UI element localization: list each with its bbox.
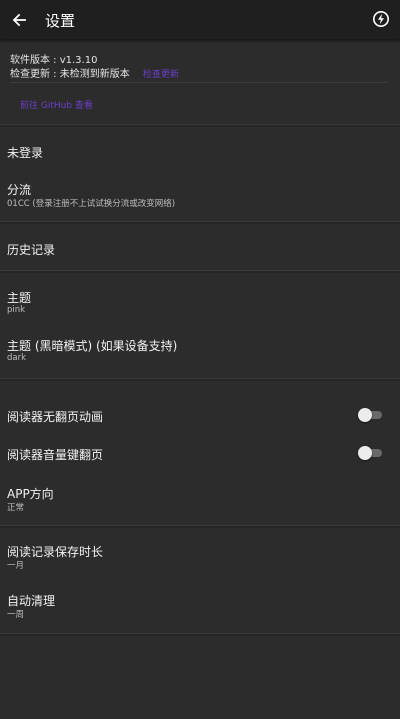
- check-update-link[interactable]: 检查更新: [143, 70, 179, 80]
- toggle-knob: [358, 408, 372, 422]
- app-bar: 设置: [0, 0, 400, 39]
- volume-keys-toggle[interactable]: [358, 446, 382, 460]
- no-animation-item[interactable]: 阅读器无翻页动画: [0, 397, 400, 433]
- lightning-button[interactable]: [370, 8, 392, 30]
- page-title: 设置: [45, 12, 76, 30]
- history-keep-value: 一月: [7, 561, 25, 571]
- release-link[interactable]: 前往 GitHub 查看: [20, 98, 93, 111]
- settings-list: 软件版本 : v1.3.10 检查更新 : 未检测到新版本 检查更新 前往 Gi…: [0, 39, 400, 719]
- section-divider: [0, 378, 400, 381]
- no-animation-toggle[interactable]: [358, 408, 382, 422]
- history-item[interactable]: 历史记录: [0, 224, 400, 270]
- divider: [10, 82, 388, 83]
- theme-label: 主题: [7, 291, 32, 305]
- lightning-circle-icon: [373, 11, 389, 27]
- version-text: 软件版本 : v1.3.10: [10, 55, 98, 66]
- theme-value: pink: [7, 305, 26, 315]
- arrow-left-icon: [12, 13, 26, 27]
- theme-item[interactable]: 主题 pink: [0, 273, 400, 322]
- no-animation-label: 阅读器无翻页动画: [7, 410, 104, 424]
- history-keep-item[interactable]: 阅读记录保存时长 一月: [0, 528, 400, 577]
- history-label: 历史记录: [7, 243, 56, 257]
- orientation-label: APP方向: [7, 487, 54, 501]
- volume-keys-item[interactable]: 阅读器音量键翻页: [0, 435, 400, 471]
- orientation-value: 正常: [7, 503, 25, 513]
- branch-value: 01CC (登录注册不上试试换分流或改变网络): [7, 199, 176, 209]
- toggle-knob: [358, 446, 372, 460]
- login-label: 未登录: [7, 146, 44, 160]
- dark-theme-value: dark: [7, 353, 27, 363]
- auto-clean-label: 自动清理: [7, 594, 56, 608]
- update-status-text: 检查更新 : 未检测到新版本: [10, 69, 130, 80]
- back-button[interactable]: [6, 7, 32, 33]
- update-status: 检查更新 : 未检测到新版本 检查更新: [10, 65, 179, 80]
- login-item[interactable]: 未登录: [0, 127, 400, 171]
- auto-clean-value: 一周: [7, 610, 25, 620]
- dark-theme-item[interactable]: 主题 (黑暗模式) (如果设备支持) dark: [0, 322, 400, 376]
- section-divider: [0, 633, 400, 636]
- branch-item[interactable]: 分流 01CC (登录注册不上试试换分流或改变网络): [0, 171, 400, 221]
- auto-clean-item[interactable]: 自动清理 一周: [0, 577, 400, 629]
- branch-label: 分流: [7, 183, 32, 197]
- volume-keys-label: 阅读器音量键翻页: [7, 448, 104, 462]
- version-section: 软件版本 : v1.3.10 检查更新 : 未检测到新版本 检查更新 前往 Gi…: [0, 39, 400, 124]
- history-keep-label: 阅读记录保存时长: [7, 545, 104, 559]
- orientation-item[interactable]: APP方向 正常: [0, 473, 400, 523]
- dark-theme-label: 主题 (黑暗模式) (如果设备支持): [7, 339, 178, 353]
